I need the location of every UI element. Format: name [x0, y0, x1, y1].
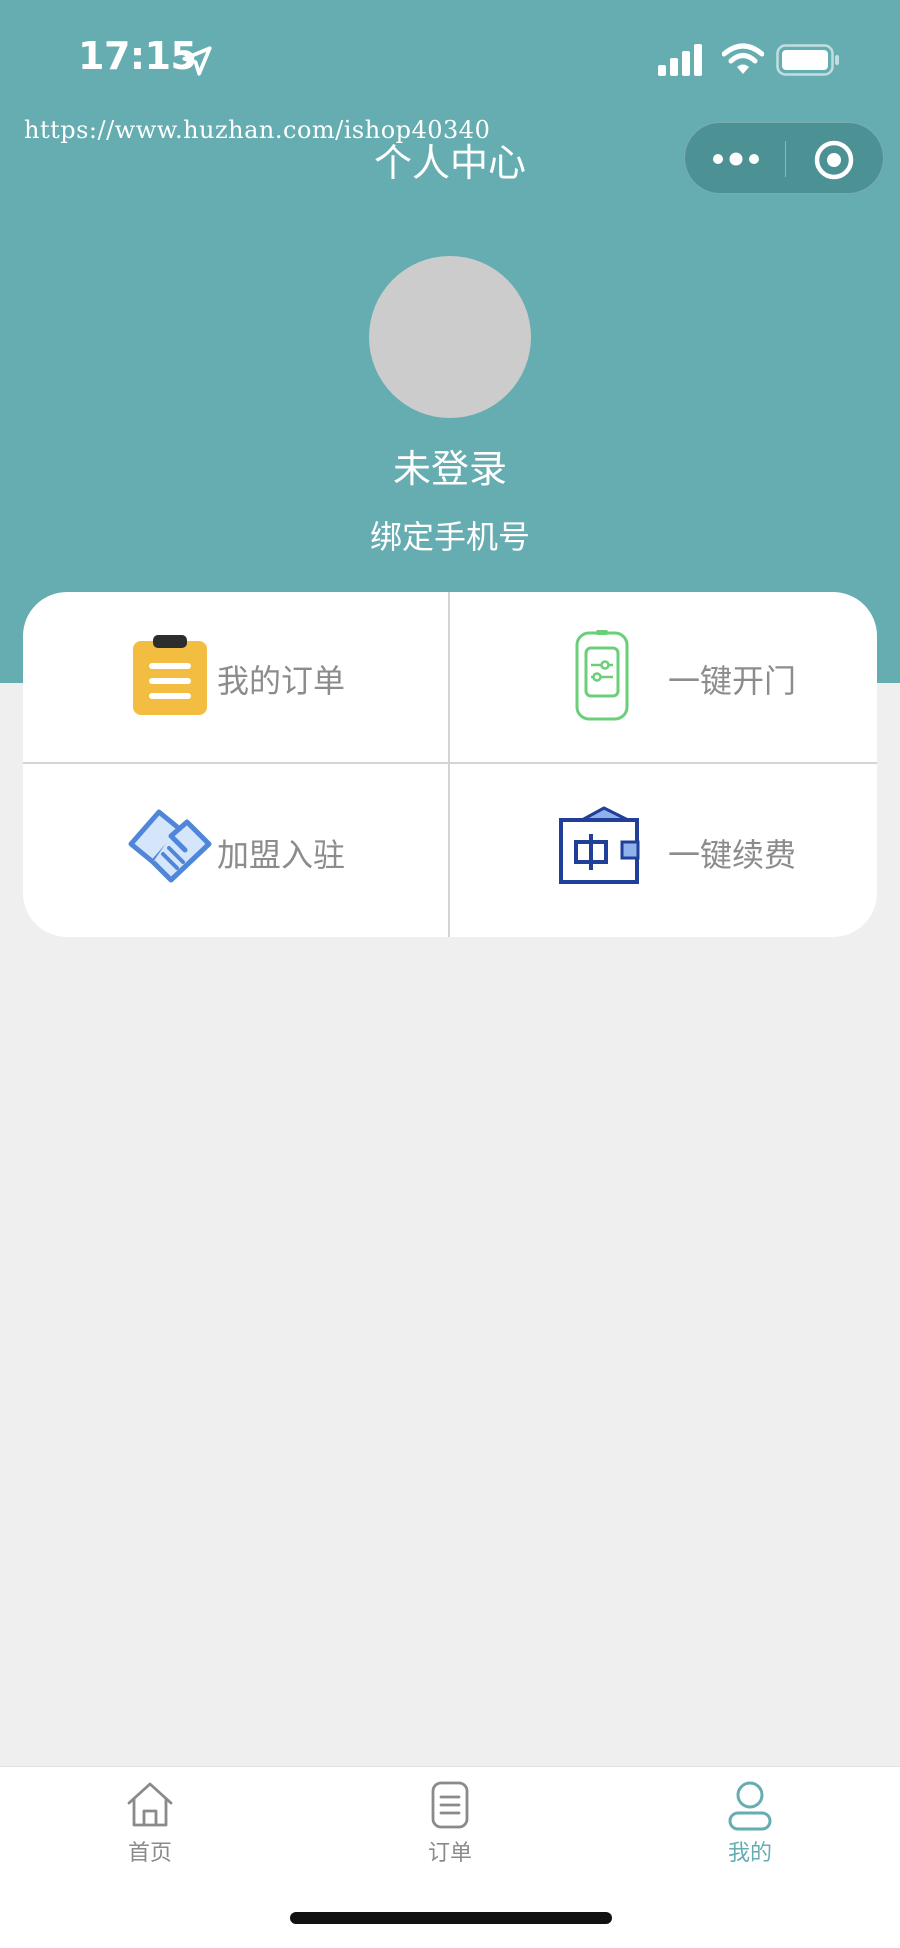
menu-item-label: 我的订单 [217, 662, 346, 700]
home-icon [127, 1782, 173, 1827]
capsule-divider [785, 141, 786, 177]
battery-icon [776, 44, 839, 76]
menu-item-my-orders[interactable]: 我的订单 [23, 592, 448, 762]
tab-label: 首页 [127, 1841, 172, 1866]
user-icon [728, 1781, 772, 1831]
menu-item-renew[interactable]: 一键续费 [450, 764, 875, 934]
menu-item-label: 加盟入驻 [217, 836, 346, 874]
bind-phone-link[interactable]: 绑定手机号 [0, 512, 900, 558]
menu-card: 我的订单 一键开门 加盟入驻 一键续费 [23, 592, 877, 937]
wallet-icon [559, 806, 640, 884]
document-icon [431, 1781, 469, 1829]
tab-label: 订单 [427, 1841, 472, 1866]
clipboard-icon [133, 635, 207, 715]
tab-label: 我的 [727, 1841, 772, 1866]
home-indicator [290, 1912, 612, 1924]
handshake-icon [128, 809, 212, 883]
close-target-icon[interactable] [813, 139, 855, 181]
tab-mine[interactable]: 我的 [600, 1767, 900, 1887]
tab-home[interactable]: 首页 [0, 1767, 300, 1887]
login-status[interactable]: 未登录 [0, 438, 900, 493]
more-dots-icon[interactable] [711, 145, 761, 173]
menu-item-open-door[interactable]: 一键开门 [450, 592, 875, 762]
avatar[interactable] [369, 256, 531, 418]
menu-item-label: 一键续费 [668, 836, 797, 874]
mini-program-capsule [684, 122, 884, 194]
tab-orders[interactable]: 订单 [300, 1767, 600, 1887]
status-time: 17:15 [78, 34, 197, 78]
cellular-signal-icon [658, 44, 702, 76]
location-arrow-icon [182, 46, 212, 76]
menu-item-label: 一键开门 [668, 662, 797, 700]
menu-item-join[interactable]: 加盟入驻 [23, 764, 448, 934]
door-remote-icon [575, 630, 629, 721]
wifi-icon [722, 43, 764, 74]
